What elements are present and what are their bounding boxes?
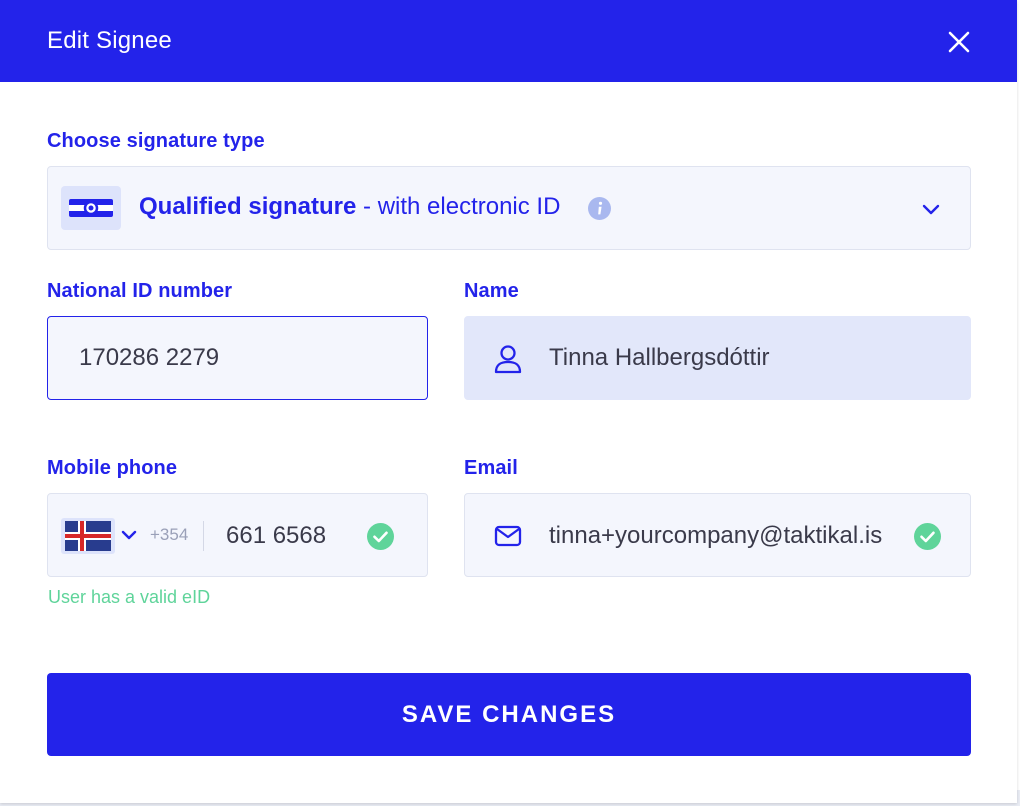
info-icon[interactable] bbox=[588, 197, 611, 220]
mail-icon bbox=[494, 525, 522, 547]
dial-code: +354 bbox=[150, 525, 189, 544]
name-field: Tinna Hallbergsdóttir bbox=[464, 316, 971, 400]
dialog-title: Edit Signee bbox=[47, 27, 172, 54]
chevron-down-icon[interactable] bbox=[120, 528, 138, 542]
signature-type-label: Choose signature type bbox=[47, 130, 265, 152]
mobile-phone-value: 661 6568 bbox=[226, 522, 327, 549]
id-card-icon bbox=[61, 186, 121, 230]
email-label: Email bbox=[464, 457, 518, 479]
save-changes-button[interactable]: SAVE CHANGES bbox=[47, 673, 971, 756]
email-input[interactable]: tinna+yourcompany@taktikal.is bbox=[464, 493, 971, 577]
national-id-label: National ID number bbox=[47, 280, 233, 302]
signature-type-value: Qualified signature - with electronic ID bbox=[139, 193, 560, 221]
check-circle-icon bbox=[914, 523, 941, 550]
save-changes-label: SAVE CHANGES bbox=[401, 701, 617, 728]
name-label: Name bbox=[464, 280, 519, 302]
close-button[interactable] bbox=[944, 27, 974, 57]
check-circle-icon bbox=[367, 523, 394, 550]
email-value: tinna+yourcompany@taktikal.is bbox=[549, 522, 883, 549]
divider bbox=[203, 521, 204, 551]
edit-signee-dialog: Edit Signee Choose signature type Qualif… bbox=[0, 0, 1017, 803]
national-id-input[interactable]: 170286 2279 bbox=[47, 316, 428, 400]
country-select[interactable] bbox=[61, 518, 115, 554]
signature-type-name: Qualified signature bbox=[139, 193, 357, 220]
signature-type-detail: - with electronic ID bbox=[356, 193, 561, 220]
name-value: Tinna Hallbergsdóttir bbox=[549, 344, 770, 371]
close-icon bbox=[948, 31, 970, 53]
national-id-value: 170286 2279 bbox=[79, 344, 220, 371]
eid-status-note: User has a valid eID bbox=[48, 587, 211, 607]
iceland-flag-icon bbox=[65, 521, 111, 551]
chevron-down-icon[interactable] bbox=[920, 200, 942, 218]
mobile-phone-input[interactable]: +354 661 6568 bbox=[47, 493, 428, 577]
person-icon bbox=[494, 345, 522, 374]
signature-type-select[interactable]: Qualified signature - with electronic ID bbox=[47, 166, 971, 250]
mobile-phone-label: Mobile phone bbox=[47, 457, 178, 479]
dialog-header: Edit Signee bbox=[0, 0, 1017, 82]
